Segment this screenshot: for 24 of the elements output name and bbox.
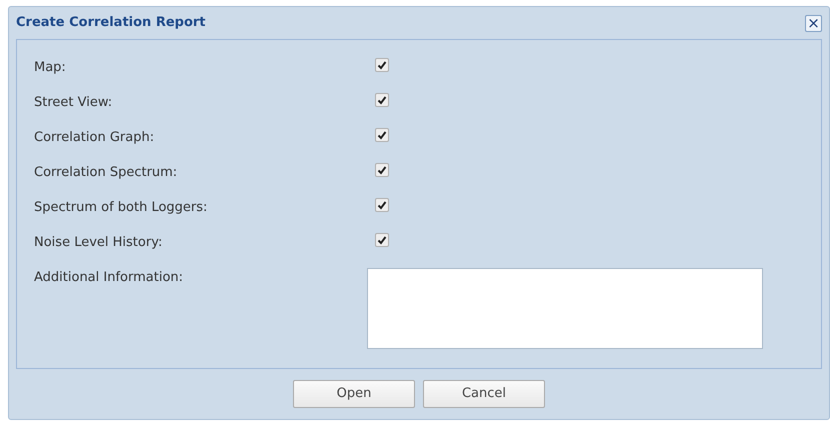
window-title: Create Correlation Report xyxy=(16,14,206,32)
checkbox[interactable] xyxy=(375,128,389,142)
checkbox[interactable] xyxy=(375,93,389,107)
option-label: Correlation Spectrum: xyxy=(34,164,178,182)
option-label: Correlation Graph: xyxy=(34,129,156,147)
field-label: Additional Information: xyxy=(34,269,184,287)
option-label: Noise Level History: xyxy=(34,234,164,252)
option-label: Map: xyxy=(34,59,67,77)
check-icon xyxy=(377,165,387,175)
checkbox[interactable] xyxy=(375,233,389,247)
check-icon xyxy=(377,235,387,245)
dialog-button[interactable]: Open xyxy=(293,380,415,408)
checkbox[interactable] xyxy=(375,198,389,212)
check-icon xyxy=(377,130,387,140)
option-label: Spectrum of both Loggers: xyxy=(34,199,208,217)
dialog-button[interactable]: Cancel xyxy=(423,380,545,408)
option-label: Street View: xyxy=(34,94,114,112)
checkbox[interactable] xyxy=(375,58,389,72)
check-icon xyxy=(377,95,387,105)
check-icon xyxy=(377,200,387,210)
additional-info-field[interactable] xyxy=(367,268,763,349)
check-icon xyxy=(377,60,387,70)
checkbox[interactable] xyxy=(375,163,389,177)
close-button[interactable]: × xyxy=(805,14,822,32)
